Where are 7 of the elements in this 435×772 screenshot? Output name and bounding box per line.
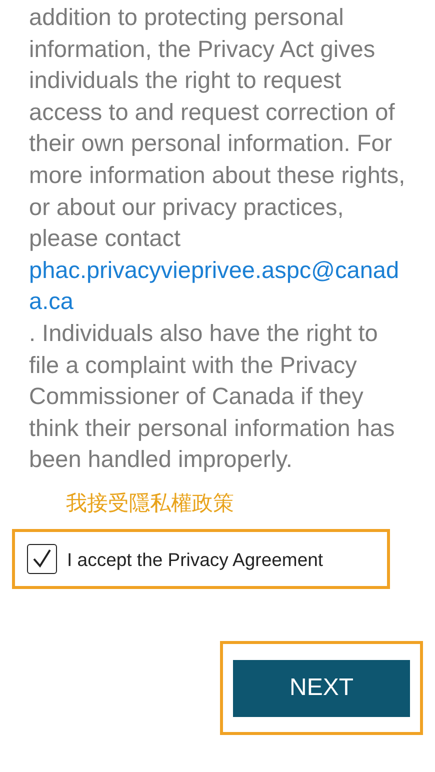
privacy-paragraph: addition to protecting personal information, the Privacy Act gives individuals the right to request access to and request correction of their own personal information. For more information about these rights, or about our privacy practices, please contact phac.privacyvieprivee.aspc@canada.ca . Individuals also have the right to file a complaint with the Privacy Commissioner of Canada if they think their personal information has been handled improperly. (0, 0, 435, 476)
checkbox[interactable] (27, 544, 57, 574)
checkbox-label: I accept the Privacy Agreement (67, 548, 324, 572)
annotation-text: 我接受隱私權政策 (66, 492, 234, 515)
email-link[interactable]: phac.privacyvieprivee.aspc@canada.ca (29, 254, 408, 318)
check-icon (31, 548, 53, 570)
next-button[interactable]: NEXT (233, 660, 410, 717)
